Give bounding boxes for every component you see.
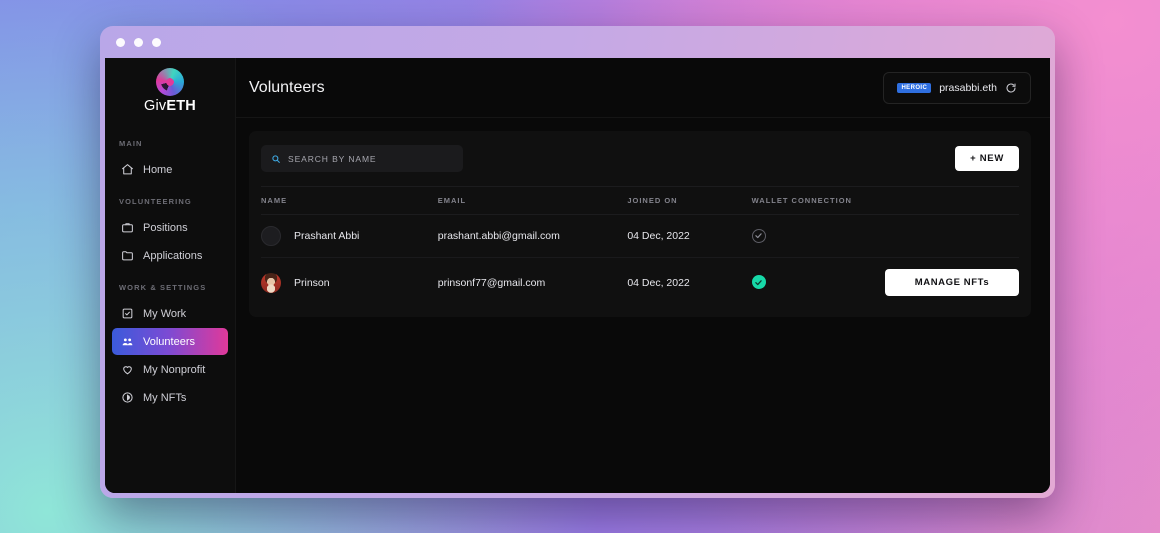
brand[interactable]: GivETH: [105, 58, 235, 118]
sidebar-item-my-nfts[interactable]: My NFTs: [112, 384, 228, 411]
check-icon: [755, 279, 762, 285]
cell-actions: [885, 214, 1019, 258]
folder-icon: [122, 251, 133, 261]
manage-nfts-button[interactable]: MANAGE NFTs: [885, 269, 1019, 296]
sidebar-nav: MAIN Home VOLUNTEERING Positions Applica…: [105, 118, 235, 411]
sidebar-section-main: MAIN: [119, 139, 143, 148]
table-head: NAME EMAIL JOINED ON WALLET CONNECTION: [261, 186, 1019, 215]
column-header-actions: [885, 186, 1019, 215]
sidebar-item-applications[interactable]: Applications: [112, 242, 228, 269]
cell-name: Prashant Abbi: [261, 214, 438, 258]
search-icon: [272, 154, 280, 163]
sidebar-section-work-settings: WORK & SETTINGS: [119, 283, 207, 292]
avatar: [261, 272, 281, 293]
window-close-button[interactable]: [116, 37, 125, 47]
app-window: GivETH MAIN Home VOLUNTEERING Positions: [100, 26, 1055, 498]
sidebar-item-label: Applications: [143, 249, 203, 262]
brand-name: GivETH: [144, 98, 196, 114]
sidebar-item-label: My Work: [143, 307, 187, 320]
table-row[interactable]: Prinson prinsonf77@gmail.com 04 Dec, 202…: [261, 258, 1019, 308]
page-title: Volunteers: [249, 78, 325, 96]
window-maximize-button[interactable]: [152, 37, 161, 47]
heart-icon: [123, 366, 132, 375]
sidebar-item-my-nonprofit[interactable]: My Nonprofit: [112, 356, 228, 383]
giveth-logo-icon: [156, 68, 184, 96]
search-box[interactable]: [261, 145, 463, 172]
app-shell: GivETH MAIN Home VOLUNTEERING Positions: [105, 58, 1050, 493]
topbar: Volunteers HEROIC prasabbi.eth: [236, 58, 1050, 118]
cell-joined-on: 04 Dec, 2022: [627, 214, 752, 258]
sidebar-item-volunteers[interactable]: Volunteers: [112, 328, 228, 355]
table-body: Prashant Abbi prashant.abbi@gmail.com 04…: [261, 214, 1019, 308]
status-badge-pending: [751, 228, 766, 243]
refresh-icon[interactable]: [1005, 82, 1017, 94]
sidebar-item-label: Home: [143, 163, 173, 176]
volunteer-name: Prashant Abbi: [294, 230, 360, 242]
window-minimize-button[interactable]: [134, 37, 143, 47]
cell-wallet-connection: [751, 258, 885, 308]
check-icon: [755, 233, 762, 239]
table-row[interactable]: Prashant Abbi prashant.abbi@gmail.com 04…: [261, 214, 1019, 258]
column-header-joined: JOINED ON: [627, 186, 752, 215]
column-header-wallet: WALLET CONNECTION: [751, 186, 885, 215]
brand-name-light: Giv: [144, 98, 167, 114]
status-badge-connected: [751, 275, 766, 290]
sidebar-item-label: My Nonprofit: [143, 363, 206, 376]
cell-wallet-connection: [751, 214, 885, 258]
home-icon: [122, 164, 133, 175]
window-titlebar: [100, 26, 1055, 58]
cell-email: prashant.abbi@gmail.com: [437, 214, 628, 258]
volunteer-name: Prinson: [294, 276, 330, 289]
brand-name-bold: ETH: [166, 98, 196, 114]
cell-actions: MANAGE NFTs: [885, 258, 1019, 308]
column-header-email: EMAIL: [437, 186, 628, 215]
column-header-name: NAME: [261, 186, 438, 215]
card-toolbar: + NEW: [261, 145, 1019, 186]
volunteers-table: NAME EMAIL JOINED ON WALLET CONNECTION P…: [261, 186, 1019, 307]
sidebar-item-label: My NFTs: [143, 391, 187, 404]
checklist-icon: [122, 308, 133, 319]
people-icon: [122, 338, 133, 346]
sidebar-item-my-work[interactable]: My Work: [112, 300, 228, 327]
volunteers-card: + NEW NAME EMAIL JOINED ON WALLET CONNEC…: [249, 131, 1031, 317]
table-header-row: NAME EMAIL JOINED ON WALLET CONNECTION: [261, 186, 1019, 215]
main-area: Volunteers HEROIC prasabbi.eth SEARCH BY…: [236, 58, 1050, 493]
sidebar-item-label: Positions: [143, 221, 188, 234]
content-area: + NEW NAME EMAIL JOINED ON WALLET CONNEC…: [236, 118, 1050, 317]
search-input[interactable]: [288, 153, 453, 164]
cell-joined-on: 04 Dec, 2022: [627, 276, 690, 289]
cell-name: Prinson: [261, 258, 438, 308]
cell-email: prinsonf77@gmail.com: [437, 276, 546, 289]
sidebar-item-positions[interactable]: Positions: [112, 214, 228, 241]
briefcase-icon: [122, 223, 133, 233]
wallet-provider-badge: HEROIC: [897, 82, 932, 93]
badge-icon: [122, 392, 133, 403]
wallet-address: prasabbi.eth: [939, 81, 997, 94]
desktop-background: GivETH MAIN Home VOLUNTEERING Positions: [0, 0, 1160, 533]
avatar: [261, 226, 281, 246]
sidebar-item-label: Volunteers: [143, 335, 195, 348]
sidebar: GivETH MAIN Home VOLUNTEERING Positions: [105, 58, 236, 493]
sidebar-section-volunteering: VOLUNTEERING: [119, 197, 192, 206]
wallet-chip[interactable]: HEROIC prasabbi.eth: [883, 71, 1031, 104]
new-volunteer-button[interactable]: + NEW: [955, 146, 1019, 171]
sidebar-item-home[interactable]: Home: [112, 156, 228, 183]
